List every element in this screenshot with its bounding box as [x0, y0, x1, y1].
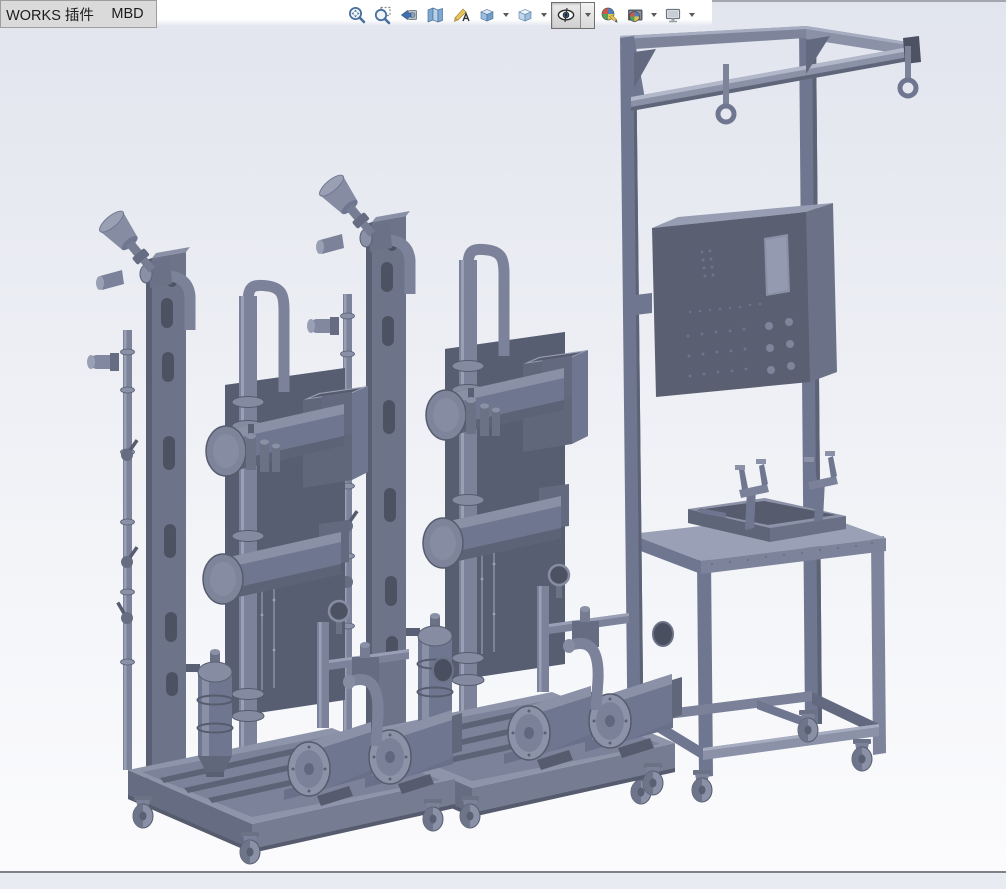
eye-icon [557, 7, 575, 22]
display-style-cube-icon [518, 9, 532, 22]
display-style-button[interactable] [513, 3, 537, 27]
magnifier-area-icon [374, 6, 391, 25]
appearance-ball-pencil-icon [601, 7, 618, 23]
tab-mbd[interactable]: MBD [99, 0, 157, 28]
view-settings-dropdown[interactable] [686, 3, 697, 27]
view-orientation-button[interactable] [475, 3, 499, 27]
tab-solidworks-addins[interactable]: WORKS 插件 [0, 0, 100, 28]
command-manager-tabs: WORKS 插件 MBD [0, 0, 157, 28]
table-leg-front [697, 558, 713, 778]
heads-up-view-toolbar [344, 1, 698, 29]
orientation-cube-icon [480, 9, 494, 22]
graphics-viewport[interactable] [0, 0, 1006, 889]
dynamic-annotation-views-button[interactable] [449, 3, 473, 27]
hide-show-items-button[interactable] [553, 3, 579, 27]
edit-appearance-button[interactable] [597, 3, 621, 27]
zoom-to-area-button[interactable] [371, 3, 395, 27]
previous-view-button[interactable] [397, 3, 421, 27]
camera-back-arrow-icon [401, 9, 417, 21]
application-window: WORKS 插件 MBD [0, 0, 1006, 889]
below-floor-strip [0, 873, 1006, 889]
mount-bracket [627, 293, 652, 316]
hide-show-items-dropdown[interactable] [580, 2, 594, 28]
gantry-frame[interactable] [620, 26, 921, 125]
viewport-top-border [712, 0, 1006, 2]
hide-show-items-group [551, 1, 595, 29]
pencil-annotation-icon [453, 8, 470, 23]
apply-scene-dropdown[interactable] [648, 3, 659, 27]
magnifier-fit-icon [349, 7, 366, 24]
zoom-to-fit-button[interactable] [345, 3, 369, 27]
apply-scene-button[interactable] [623, 3, 647, 27]
section-panels-icon [427, 7, 443, 23]
corner-gusset [634, 49, 656, 88]
section-view-button[interactable] [423, 3, 447, 27]
display-style-dropdown[interactable] [538, 3, 549, 27]
scene-ball-icon [628, 9, 643, 22]
view-settings-button[interactable] [661, 3, 685, 27]
view-orientation-dropdown[interactable] [500, 3, 511, 27]
control-panel-enclosure[interactable] [627, 203, 837, 397]
monitor-icon [665, 8, 681, 23]
